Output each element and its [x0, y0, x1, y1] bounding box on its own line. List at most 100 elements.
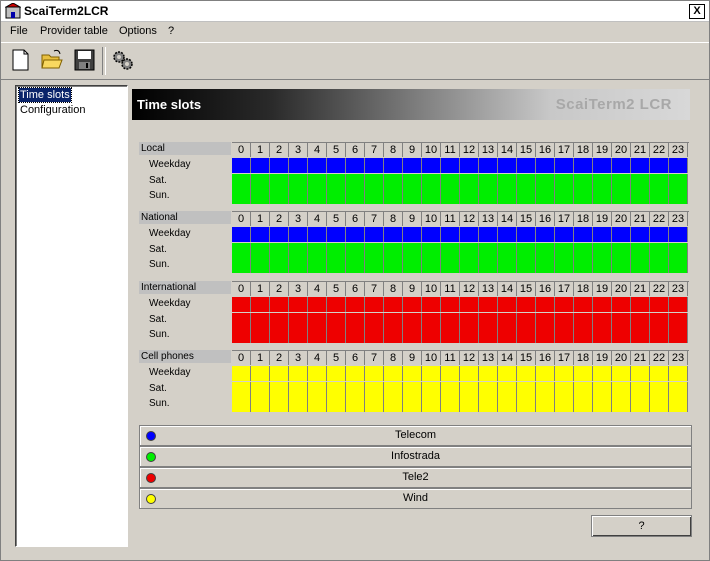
weekend-slot[interactable] [308, 313, 327, 343]
weekday-slot[interactable] [270, 366, 289, 381]
weekday-slot[interactable] [346, 297, 365, 312]
weekday-slot[interactable] [327, 366, 346, 381]
weekend-slot[interactable] [650, 382, 669, 412]
weekday-slot[interactable] [479, 158, 498, 173]
weekend-slot[interactable] [593, 382, 612, 412]
weekend-slot[interactable] [631, 174, 650, 204]
weekday-slot[interactable] [669, 227, 688, 242]
weekday-slot[interactable] [441, 158, 460, 173]
tree-item-configuration[interactable]: Configuration [19, 103, 86, 117]
weekend-slot[interactable] [232, 313, 251, 343]
weekday-slot[interactable] [422, 366, 441, 381]
weekend-slot[interactable] [384, 243, 403, 273]
weekday-slot[interactable] [479, 227, 498, 242]
weekday-slot[interactable] [270, 158, 289, 173]
weekday-slot[interactable] [650, 366, 669, 381]
weekday-slot[interactable] [289, 158, 308, 173]
weekday-slot[interactable] [536, 366, 555, 381]
weekend-slot[interactable] [593, 174, 612, 204]
weekend-slot[interactable] [498, 243, 517, 273]
weekday-slot[interactable] [422, 158, 441, 173]
weekend-slot[interactable] [460, 174, 479, 204]
weekend-slot[interactable] [441, 243, 460, 273]
weekend-slot[interactable] [631, 243, 650, 273]
weekend-slot[interactable] [365, 243, 384, 273]
weekend-slot[interactable] [403, 382, 422, 412]
weekend-slot[interactable] [555, 243, 574, 273]
weekend-slot[interactable] [232, 382, 251, 412]
weekday-slot[interactable] [346, 158, 365, 173]
weekday-slot[interactable] [365, 366, 384, 381]
weekday-slot[interactable] [327, 297, 346, 312]
weekday-slot[interactable] [574, 297, 593, 312]
weekend-slot[interactable] [270, 382, 289, 412]
weekend-slot[interactable] [593, 313, 612, 343]
legend-row[interactable]: Telecom [139, 425, 692, 446]
weekday-slot[interactable] [270, 297, 289, 312]
weekend-slot[interactable] [593, 243, 612, 273]
weekday-slot[interactable] [555, 227, 574, 242]
weekday-slot[interactable] [289, 297, 308, 312]
weekday-slot[interactable] [612, 227, 631, 242]
weekday-slot[interactable] [574, 158, 593, 173]
weekday-slot[interactable] [536, 227, 555, 242]
weekend-slot[interactable] [517, 313, 536, 343]
title-bar[interactable]: ScaiTerm2LCR X [1, 1, 709, 22]
weekend-slot[interactable] [289, 174, 308, 204]
weekday-slot[interactable] [650, 227, 669, 242]
weekend-slot[interactable] [479, 382, 498, 412]
weekend-slot[interactable] [517, 243, 536, 273]
weekday-slot[interactable] [612, 297, 631, 312]
weekday-slot[interactable] [498, 297, 517, 312]
weekday-slot[interactable] [441, 297, 460, 312]
weekday-slot[interactable] [498, 366, 517, 381]
weekend-slot[interactable] [422, 313, 441, 343]
weekend-slot[interactable] [669, 313, 688, 343]
weekday-slot[interactable] [403, 297, 422, 312]
weekday-slot[interactable] [384, 297, 403, 312]
weekday-slot[interactable] [574, 227, 593, 242]
weekday-slot[interactable] [631, 158, 650, 173]
weekday-slot[interactable] [631, 297, 650, 312]
weekday-slot[interactable] [631, 227, 650, 242]
weekday-slot[interactable] [498, 158, 517, 173]
weekday-slot[interactable] [555, 366, 574, 381]
weekday-slot[interactable] [232, 366, 251, 381]
weekend-slot[interactable] [650, 243, 669, 273]
weekday-slot[interactable] [669, 297, 688, 312]
weekday-slot[interactable] [669, 366, 688, 381]
weekend-slot[interactable] [612, 313, 631, 343]
weekday-slot[interactable] [555, 158, 574, 173]
weekend-slot[interactable] [403, 243, 422, 273]
weekday-slot[interactable] [232, 297, 251, 312]
weekday-slot[interactable] [650, 158, 669, 173]
weekend-slot[interactable] [517, 174, 536, 204]
weekday-slot[interactable] [232, 158, 251, 173]
weekday-slot[interactable] [422, 297, 441, 312]
weekend-slot[interactable] [574, 174, 593, 204]
weekday-slot[interactable] [555, 297, 574, 312]
weekday-slot[interactable] [251, 366, 270, 381]
new-file-icon[interactable] [7, 47, 33, 73]
weekend-slot[interactable] [669, 243, 688, 273]
weekday-slot[interactable] [479, 297, 498, 312]
weekend-slot[interactable] [555, 174, 574, 204]
weekend-slot[interactable] [536, 243, 555, 273]
legend-row[interactable]: Infostrada [139, 446, 692, 467]
weekend-slot[interactable] [479, 243, 498, 273]
weekend-slot[interactable] [251, 243, 270, 273]
weekday-slot[interactable] [593, 158, 612, 173]
weekend-slot[interactable] [289, 243, 308, 273]
weekend-slot[interactable] [327, 243, 346, 273]
weekday-slot[interactable] [251, 227, 270, 242]
weekend-slot[interactable] [612, 382, 631, 412]
weekend-slot[interactable] [365, 313, 384, 343]
weekday-slot[interactable] [460, 297, 479, 312]
weekend-slot[interactable] [498, 313, 517, 343]
weekday-slot[interactable] [327, 227, 346, 242]
close-button[interactable]: X [689, 4, 705, 19]
weekday-slot[interactable] [327, 158, 346, 173]
weekday-slot[interactable] [593, 366, 612, 381]
weekend-slot[interactable] [441, 174, 460, 204]
weekday-slot[interactable] [536, 297, 555, 312]
